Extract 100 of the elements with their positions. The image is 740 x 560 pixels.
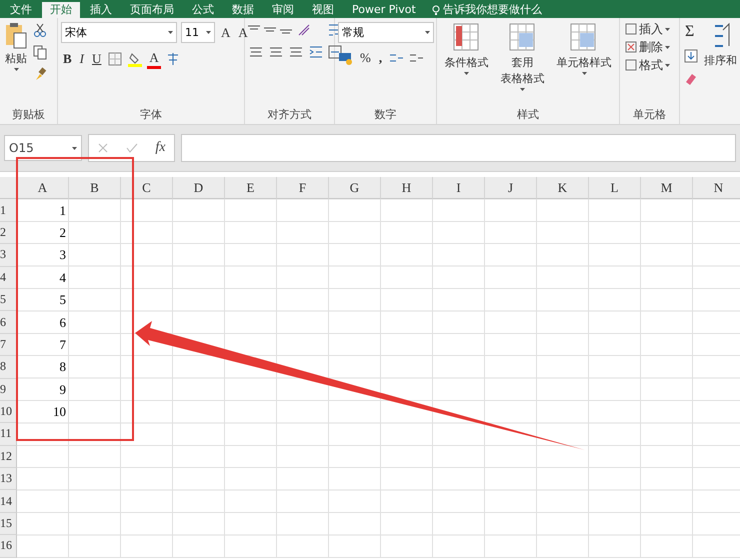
group-label: 对齐方式 (266, 107, 312, 123)
column-header[interactable]: F (277, 177, 329, 200)
table-cell[interactable]: 5 (17, 288, 69, 312)
font-name-dropdown[interactable]: 宋体 (61, 22, 177, 43)
row-header[interactable]: 13 (0, 468, 17, 490)
column-header[interactable]: J (485, 177, 537, 200)
column-header[interactable]: I (433, 177, 485, 200)
table-cell[interactable]: 4 (17, 266, 69, 289)
row-header[interactable]: 2 (0, 222, 17, 244)
table-cell[interactable]: 2 (17, 222, 69, 244)
column-header[interactable]: B (69, 177, 121, 200)
row-header[interactable]: 4 (0, 266, 17, 289)
paste-button[interactable]: 粘贴 (3, 22, 29, 106)
name-box[interactable]: O15 (4, 135, 82, 161)
indent-icon (308, 44, 324, 60)
font-color-button[interactable]: A (147, 49, 161, 69)
table-cell[interactable]: 10 (17, 400, 69, 424)
ribbon-tab[interactable]: 页面布局 (122, 2, 182, 18)
column-header[interactable]: M (641, 177, 693, 200)
column-header[interactable]: A (17, 177, 69, 200)
check-icon (126, 142, 138, 154)
styles-button[interactable]: 单元格样式 (554, 22, 614, 106)
table-cell[interactable]: 8 (17, 356, 69, 379)
fill-down-icon (683, 48, 699, 64)
row-header[interactable]: 1 (0, 199, 17, 222)
caret-icon (464, 72, 469, 75)
ribbon-tab[interactable]: 插入 (82, 2, 120, 18)
row-header[interactable]: 9 (0, 378, 17, 401)
fill-color-icon (127, 51, 144, 67)
row-header[interactable]: 8 (0, 356, 17, 379)
cells-button[interactable]: 格式 (623, 58, 672, 72)
group-label: 字体 (139, 107, 163, 123)
column-header[interactable]: N (693, 177, 740, 200)
ribbon-tab[interactable]: 视图 (304, 2, 342, 18)
caret-icon (665, 28, 670, 30)
row-header[interactable]: 10 (0, 400, 17, 424)
ribbon-tab[interactable]: 数据 (224, 2, 262, 18)
copy-icon (32, 44, 48, 60)
row-header[interactable]: 7 (0, 334, 17, 356)
cells-icon (625, 59, 637, 71)
decrease-font-button[interactable]: A (236, 24, 250, 42)
row-header[interactable]: 14 (0, 490, 17, 513)
caret-icon (168, 31, 173, 34)
group-label: 剪贴板 (11, 107, 46, 123)
delete-cells-icon (625, 41, 637, 53)
table-cell[interactable]: 3 (17, 244, 69, 267)
ribbon-tab[interactable]: 开始 (42, 2, 80, 18)
italic-button[interactable]: I (78, 50, 86, 68)
sort-filter-button[interactable]: 排序和 (702, 22, 739, 124)
select-all-corner[interactable] (0, 177, 17, 200)
row-header[interactable]: 3 (0, 244, 17, 267)
row-header[interactable]: 11 (0, 423, 17, 446)
caret-icon (425, 31, 430, 34)
ribbon-tab[interactable]: 公式 (184, 2, 222, 18)
table-cell[interactable]: 6 (17, 311, 69, 334)
bold-button[interactable]: B (61, 50, 74, 68)
scissors-icon (32, 22, 48, 38)
column-header[interactable]: H (381, 177, 433, 200)
formula-input[interactable] (181, 134, 736, 162)
row-header[interactable]: 12 (0, 446, 17, 468)
table-cell[interactable]: 9 (17, 378, 69, 401)
column-header[interactable]: C (121, 177, 173, 200)
percent-button[interactable]: % (358, 49, 373, 67)
table-cell[interactable]: 7 (17, 334, 69, 356)
caret-icon (582, 72, 586, 75)
number-format-dropdown[interactable]: 常规 (338, 22, 434, 43)
lightbulb-icon (432, 4, 440, 16)
clipboard-icon (5, 22, 27, 50)
cells-icon (625, 23, 637, 35)
row-header[interactable]: 5 (0, 288, 17, 312)
caret-icon (72, 146, 77, 150)
table-cell[interactable]: 1 (17, 199, 69, 222)
merge-cells-icon (327, 44, 343, 60)
ribbon-tab[interactable]: Power Pivot (344, 2, 424, 18)
cancel-icon (97, 142, 110, 154)
cells-button[interactable]: 删除 (623, 40, 672, 54)
tell-me-search[interactable]: 告诉我你想要做什么 (432, 2, 542, 18)
font-size-dropdown[interactable]: 11 (181, 22, 215, 43)
increase-font-button[interactable]: A (219, 24, 232, 42)
underline-button[interactable]: U (90, 50, 104, 68)
borders-icon (107, 51, 124, 67)
ribbon-tab[interactable]: 文件 (2, 2, 40, 18)
styles-button[interactable]: 条件格式 (442, 22, 490, 106)
column-header[interactable]: L (589, 177, 641, 200)
row-header[interactable]: 15 (0, 512, 17, 536)
cells-button[interactable]: 插入 (623, 22, 672, 36)
ribbon-tab[interactable]: 审阅 (264, 2, 302, 18)
styles-button[interactable]: 套用 表格格式 (498, 22, 546, 106)
column-header[interactable]: G (329, 177, 381, 200)
insert-function-button[interactable]: fx (155, 140, 166, 156)
group-label: 数字 (374, 107, 398, 123)
caret-icon (665, 64, 670, 66)
column-header[interactable]: K (537, 177, 589, 200)
autosum-button[interactable]: Σ (683, 22, 696, 42)
column-header[interactable]: E (225, 177, 277, 200)
row-header[interactable]: 6 (0, 311, 17, 334)
caret-icon (665, 46, 670, 48)
column-header[interactable]: D (173, 177, 225, 200)
row-header[interactable]: 16 (0, 535, 17, 558)
comma-button[interactable]: , (376, 49, 384, 67)
